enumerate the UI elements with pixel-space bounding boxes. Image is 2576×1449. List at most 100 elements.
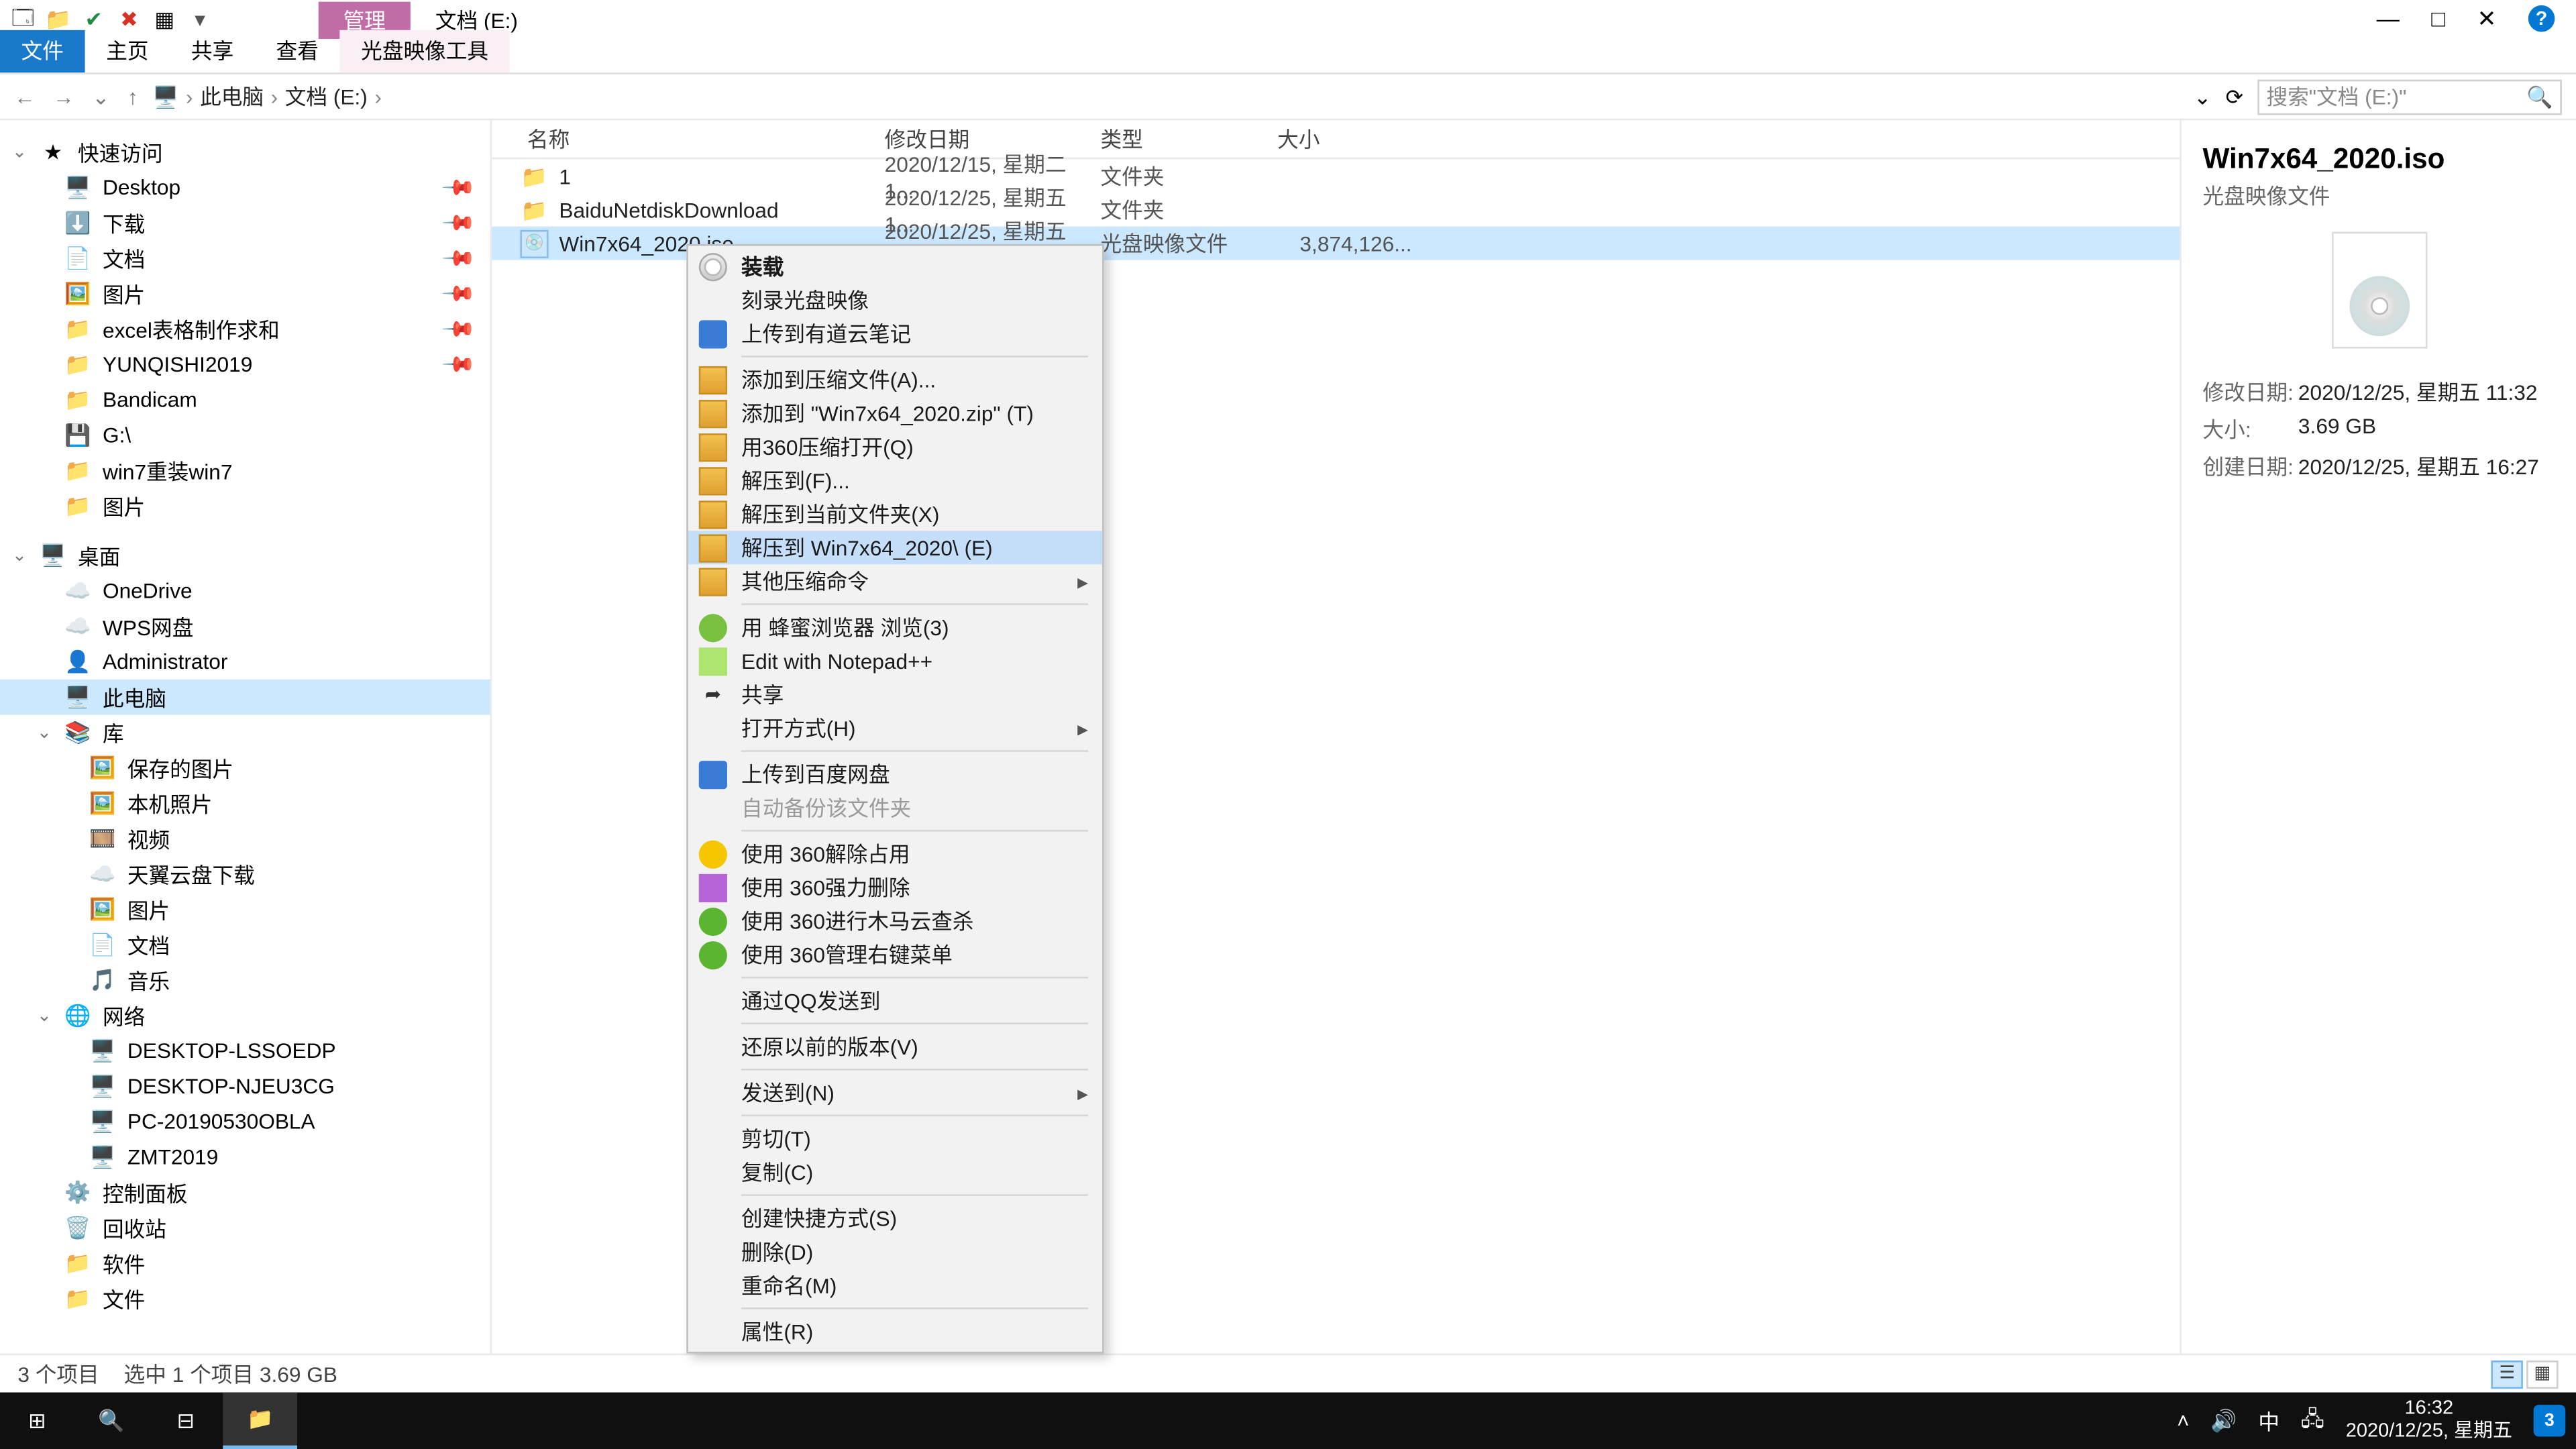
qat-folder-icon[interactable]: 📁 — [46, 7, 71, 32]
nav-item[interactable]: 🗑️回收站 — [0, 1210, 490, 1246]
nav-item[interactable]: 🖼️保存的图片 — [0, 750, 490, 786]
system-tray[interactable]: ˄ 🔊 中 🖧 16:32 2020/12/25, 星期五 3 — [2177, 1398, 2576, 1444]
tray-ime-indicator[interactable]: 中 — [2258, 1405, 2279, 1436]
expand-icon[interactable]: ⌄ — [36, 722, 53, 742]
menu-item[interactable]: 发送到(N)▸ — [688, 1076, 1102, 1110]
table-row[interactable]: 📁BaiduNetdiskDownload2020/12/25, 星期五 1..… — [492, 193, 2180, 226]
taskbar-explorer-button[interactable]: 📁 — [223, 1393, 297, 1449]
menu-item[interactable]: 通过QQ发送到 — [688, 983, 1102, 1017]
nav-back-button[interactable]: ← — [14, 84, 36, 109]
menu-item[interactable]: 用 蜂蜜浏览器 浏览(3) — [688, 610, 1102, 644]
nav-item[interactable]: ☁️天翼云盘下载 — [0, 856, 490, 892]
menu-item[interactable]: 还原以前的版本(V) — [688, 1030, 1102, 1063]
taskbar-search-button[interactable]: 🔍 — [74, 1393, 149, 1449]
menu-item[interactable]: 添加到 "Win7x64_2020.zip" (T) — [688, 396, 1102, 430]
start-button[interactable]: ⊞ — [0, 1393, 74, 1449]
search-icon[interactable]: 🔍 — [2526, 84, 2553, 109]
nav-up-button[interactable]: ↑ — [127, 84, 138, 109]
task-view-button[interactable]: ⊟ — [149, 1393, 223, 1449]
breadcrumb-item[interactable]: 此电脑 — [200, 81, 264, 111]
menu-item[interactable]: 使用 360解除占用 — [688, 837, 1102, 870]
nav-item[interactable]: ⌄🌐网络 — [0, 998, 490, 1033]
menu-item[interactable]: 用360压缩打开(Q) — [688, 430, 1102, 464]
ribbon-tab-share[interactable]: 共享 — [170, 30, 255, 72]
nav-item[interactable]: 📁excel表格制作求和📌 — [0, 311, 490, 347]
chevron-right-icon[interactable]: › — [271, 84, 278, 109]
nav-item[interactable]: 📄文档📌 — [0, 241, 490, 276]
ribbon-tab-file[interactable]: 文件 — [0, 30, 85, 72]
tray-volume-icon[interactable]: 🔊 — [2210, 1408, 2237, 1433]
nav-item[interactable]: 🖥️Desktop📌 — [0, 170, 490, 205]
menu-item[interactable]: 属性(R) — [688, 1315, 1102, 1348]
view-icons-button[interactable]: ▦ — [2526, 1360, 2558, 1388]
chevron-right-icon[interactable]: › — [186, 84, 193, 109]
nav-item[interactable]: ☁️OneDrive — [0, 574, 490, 609]
nav-item[interactable]: 📁软件 — [0, 1246, 490, 1281]
action-center-button[interactable]: 3 — [2534, 1405, 2565, 1436]
tray-network-icon[interactable]: 🖧 — [2301, 1402, 2324, 1439]
menu-item[interactable]: 剪切(T) — [688, 1122, 1102, 1155]
qat-properties-icon[interactable]: ▦ — [152, 7, 177, 32]
nav-item[interactable]: ⚙️控制面板 — [0, 1175, 490, 1210]
refresh-button[interactable]: ⟳ — [2226, 84, 2244, 109]
expand-icon[interactable]: ⌄ — [36, 1006, 53, 1025]
nav-item[interactable]: 🖼️图片 — [0, 892, 490, 927]
menu-item[interactable]: 删除(D) — [688, 1235, 1102, 1269]
ribbon-tab-view[interactable]: 查看 — [255, 30, 340, 72]
nav-item[interactable]: 📁文件 — [0, 1281, 490, 1316]
nav-item[interactable]: 📁Bandicam — [0, 382, 490, 418]
menu-item[interactable]: 解压到(F)... — [688, 464, 1102, 497]
nav-item[interactable]: 🖥️PC-20190530OBLA — [0, 1104, 490, 1140]
maximize-button[interactable]: □ — [2431, 5, 2445, 34]
table-row[interactable]: 📁12020/12/15, 星期二 1...文件夹 — [492, 159, 2180, 193]
qat-delete-icon[interactable]: ✖ — [117, 7, 142, 32]
column-type[interactable]: 类型 — [1100, 124, 1277, 154]
menu-item[interactable]: 其他压缩命令▸ — [688, 564, 1102, 598]
nav-item[interactable]: ☁️WPS网盘 — [0, 608, 490, 644]
nav-item[interactable]: 📁YUNQISHI2019📌 — [0, 347, 490, 382]
nav-item[interactable]: 🖥️ZMT2019 — [0, 1139, 490, 1175]
minimize-button[interactable]: — — [2377, 5, 2400, 34]
nav-item[interactable]: ⌄🖥️桌面 — [0, 538, 490, 574]
column-name[interactable]: 名称 — [492, 124, 884, 154]
nav-item[interactable]: 💾G:\ — [0, 417, 490, 453]
column-headers[interactable]: 名称 修改日期 类型 大小 — [492, 120, 2180, 159]
menu-item[interactable]: Edit with Notepad++ — [688, 644, 1102, 678]
nav-item[interactable]: 🎞️视频 — [0, 821, 490, 857]
nav-item[interactable]: 🖼️图片📌 — [0, 276, 490, 311]
menu-item[interactable]: 上传到百度网盘 — [688, 757, 1102, 791]
navigation-pane[interactable]: ⌄★快速访问🖥️Desktop📌⬇️下载📌📄文档📌🖼️图片📌📁excel表格制作… — [0, 120, 492, 1392]
nav-item[interactable]: ⬇️下载📌 — [0, 205, 490, 241]
breadcrumb-item[interactable]: 文档 (E:) — [285, 81, 368, 111]
search-input[interactable]: 搜索"文档 (E:)" 🔍 — [2257, 78, 2562, 114]
nav-item[interactable]: 🖥️DESKTOP-NJEU3CG — [0, 1069, 490, 1104]
menu-item[interactable]: 刻录光盘映像 — [688, 283, 1102, 317]
menu-item[interactable]: 使用 360管理右键菜单 — [688, 938, 1102, 971]
taskbar-clock[interactable]: 16:32 2020/12/25, 星期五 — [2346, 1398, 2512, 1444]
menu-item[interactable]: 装载 — [688, 250, 1102, 283]
menu-item[interactable]: 重命名(M) — [688, 1269, 1102, 1302]
nav-item[interactable]: 🎵音乐 — [0, 963, 490, 998]
address-dropdown-button[interactable]: ⌄ — [2194, 84, 2212, 109]
taskbar[interactable]: ⊞ 🔍 ⊟ 📁 ˄ 🔊 中 🖧 16:32 2020/12/25, 星期五 3 — [0, 1393, 2576, 1449]
nav-item[interactable]: ⌄★快速访问 — [0, 134, 490, 170]
breadcrumb[interactable]: 🖥️ › 此电脑 › 文档 (E:) › — [152, 81, 2180, 111]
nav-item[interactable]: 📁图片 — [0, 488, 490, 524]
nav-forward-button[interactable]: → — [53, 84, 74, 109]
menu-item[interactable]: 打开方式(H)▸ — [688, 711, 1102, 745]
nav-item[interactable]: 🖥️此电脑 — [0, 680, 490, 715]
view-details-button[interactable]: ☰ — [2491, 1360, 2522, 1388]
menu-item[interactable]: 上传到有道云笔记 — [688, 317, 1102, 350]
nav-item[interactable]: ⌄📚库 — [0, 714, 490, 750]
tray-overflow-icon[interactable]: ˄ — [2177, 1408, 2190, 1433]
menu-item[interactable]: 解压到 Win7x64_2020\ (E) — [688, 531, 1102, 564]
expand-icon[interactable]: ⌄ — [11, 546, 28, 566]
context-menu[interactable]: 装载刻录光盘映像上传到有道云笔记添加到压缩文件(A)...添加到 "Win7x6… — [686, 244, 1104, 1354]
menu-item[interactable]: 复制(C) — [688, 1155, 1102, 1189]
expand-icon[interactable]: ⌄ — [11, 142, 28, 162]
menu-item[interactable]: ➦共享 — [688, 678, 1102, 711]
ribbon-tab-home[interactable]: 主页 — [85, 30, 170, 72]
menu-item[interactable]: 添加到压缩文件(A)... — [688, 363, 1102, 396]
qat-check-icon[interactable]: ✔ — [81, 7, 106, 32]
close-button[interactable]: ✕ — [2477, 5, 2497, 34]
